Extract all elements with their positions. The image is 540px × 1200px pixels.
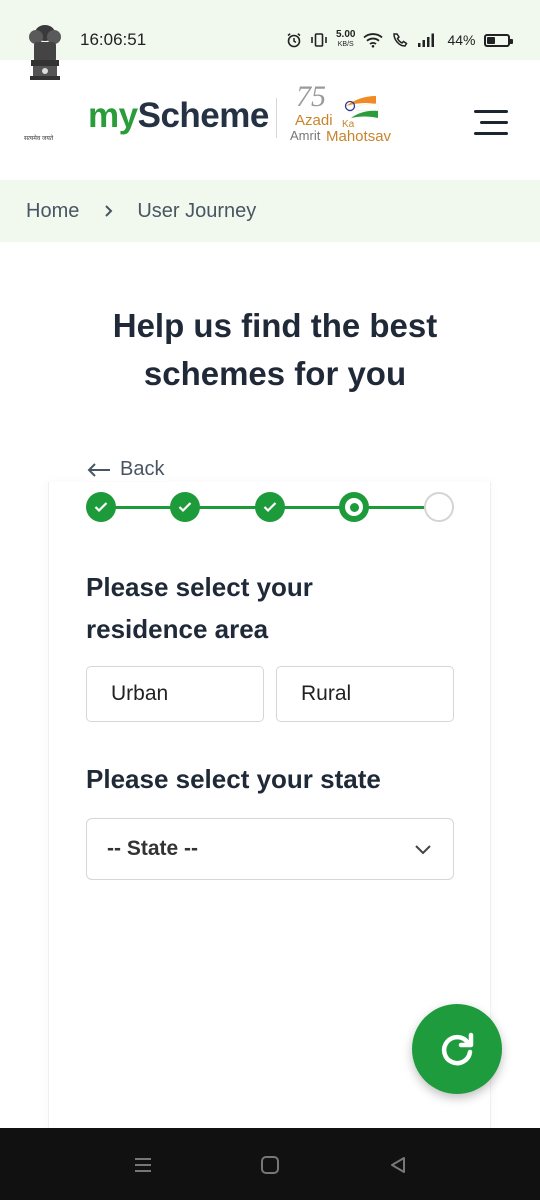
chevron-down-icon xyxy=(415,845,431,855)
net-speed-unit: KB/S xyxy=(337,41,354,48)
step-1-completed xyxy=(86,492,116,522)
residence-area-question: Please select your residence area xyxy=(86,572,313,644)
net-speed-value: 5.00 xyxy=(336,29,356,40)
check-icon xyxy=(94,502,108,513)
back-triangle-icon xyxy=(391,1157,405,1173)
wifi-icon xyxy=(363,33,384,48)
step-current-dot xyxy=(349,502,359,512)
menu-bar-middle xyxy=(480,121,508,124)
azadi-ka-amrit-mahotsav-logo: 75 Azadi Ka Amrit Mahotsav xyxy=(288,80,408,148)
back-nav-button[interactable] xyxy=(383,1150,413,1180)
wifi-calling-icon xyxy=(393,33,408,47)
menu-button[interactable] xyxy=(468,106,508,140)
brand-divider xyxy=(276,98,277,138)
state-question: Please select your state xyxy=(86,764,381,794)
breadcrumb-home[interactable]: Home xyxy=(26,200,79,223)
refresh-icon xyxy=(441,1032,474,1066)
arrow-left-icon xyxy=(87,462,110,477)
back-button[interactable]: Back xyxy=(86,458,169,481)
status-bar: 16:06:51 5.00 KB/S 44% xyxy=(0,0,540,60)
myscheme-logo[interactable]: myScheme xyxy=(88,96,269,136)
battery-icon xyxy=(483,33,513,47)
page-title-line1: Help us find the best xyxy=(112,307,438,344)
rural-option-button[interactable]: Rural xyxy=(276,666,454,722)
brand-my: my xyxy=(88,96,138,135)
breadcrumb: Home User Journey xyxy=(0,180,540,242)
app-header xyxy=(0,60,540,180)
azadi-amrit-text: Amrit xyxy=(290,128,321,143)
step-5-pending xyxy=(424,492,454,522)
state-select[interactable]: -- State -- xyxy=(86,818,454,880)
home-square-icon xyxy=(261,1156,279,1174)
battery-percent: 44% xyxy=(447,32,476,48)
breadcrumb-user-journey: User Journey xyxy=(137,199,257,222)
check-icon xyxy=(178,502,192,513)
check-icon xyxy=(263,502,277,513)
status-time: 16:06:51 xyxy=(80,30,147,49)
back-label: Back xyxy=(120,458,165,480)
system-navigation-bar xyxy=(0,1128,540,1200)
state-select-value: -- State -- xyxy=(107,837,198,860)
step-current-ring xyxy=(345,498,363,516)
net-speed: 5.00 KB/S xyxy=(336,30,355,50)
step-2-completed xyxy=(170,492,200,522)
page-title-line2: schemes for you xyxy=(143,355,407,392)
azadi-text: Azadi xyxy=(295,112,333,129)
refresh-button[interactable] xyxy=(412,1004,502,1094)
azadi-number: 75 xyxy=(296,80,326,113)
page-title: Help us find the best schemes for you xyxy=(20,302,530,398)
urban-option-button[interactable]: Urban xyxy=(86,666,264,722)
menu-bar-bottom xyxy=(474,132,508,135)
signal-icon xyxy=(418,33,435,47)
recent-apps-icon xyxy=(135,1158,151,1172)
azadi-mahotsav-text: Mahotsav xyxy=(326,128,392,145)
emblem-caption: सत्यमेव जयते xyxy=(24,136,54,142)
menu-bar-top xyxy=(474,110,508,113)
recent-apps-button[interactable] xyxy=(128,1150,158,1180)
national-emblem-logo xyxy=(29,25,61,80)
vibrate-icon xyxy=(311,33,327,47)
battery-fill xyxy=(486,36,496,44)
home-button[interactable] xyxy=(255,1150,285,1180)
step-3-completed xyxy=(255,492,285,522)
progress-stepper xyxy=(86,492,454,522)
brand-scheme: Scheme xyxy=(137,96,270,135)
chevron-right-icon xyxy=(103,204,115,218)
status-icons: 5.00 KB/S 44% xyxy=(286,28,513,52)
alarm-icon xyxy=(287,33,301,48)
step-4-current xyxy=(339,492,369,522)
